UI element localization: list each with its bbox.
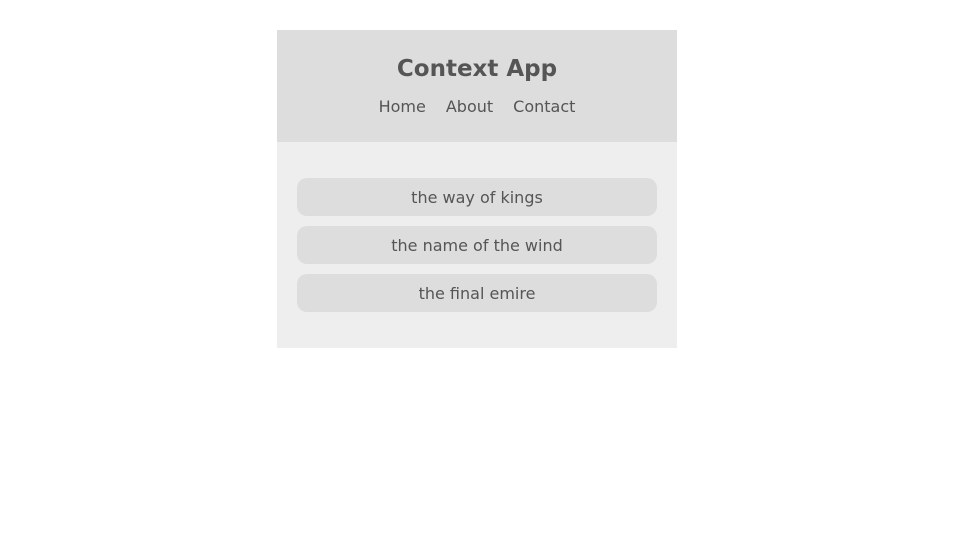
book-item[interactable]: the final emire bbox=[297, 274, 657, 312]
book-item[interactable]: the way of kings bbox=[297, 178, 657, 216]
navbar: Context App Home About Contact bbox=[277, 30, 677, 142]
nav-links: Home About Contact bbox=[277, 97, 677, 117]
nav-about-link[interactable]: About bbox=[446, 97, 493, 117]
app-title: Context App bbox=[396, 56, 558, 82]
book-list: the way of kings the name of the wind th… bbox=[297, 178, 657, 312]
nav-home-link[interactable]: Home bbox=[379, 97, 426, 117]
app-container: Context App Home About Contact the way o… bbox=[277, 30, 677, 348]
book-list-panel: the way of kings the name of the wind th… bbox=[277, 142, 677, 348]
book-item[interactable]: the name of the wind bbox=[297, 226, 657, 264]
nav-contact-link[interactable]: Contact bbox=[513, 97, 575, 117]
